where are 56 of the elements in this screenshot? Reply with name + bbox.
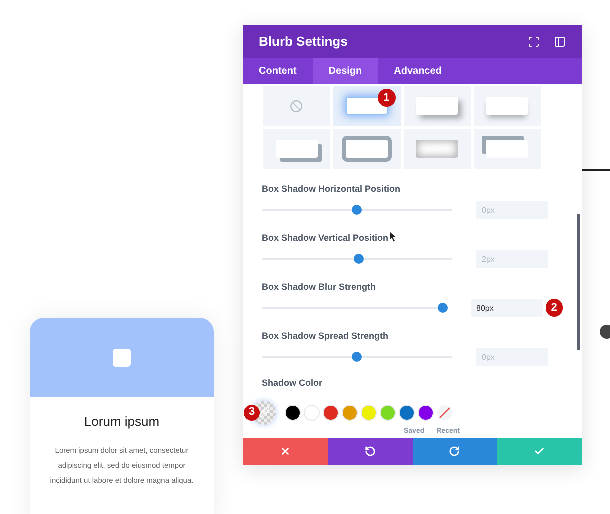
shadow-preview [416,97,458,115]
shadow-style-option[interactable] [263,129,330,169]
slider-thumb[interactable] [354,254,364,264]
shadow-style-option[interactable] [333,129,400,169]
shadow-style-option[interactable] [474,129,541,169]
slider-label: Box Shadow Spread Strength [262,330,389,342]
slider-label: Box Shadow Blur Strength [262,281,376,293]
color-swatch[interactable] [418,404,434,420]
focus-icon[interactable] [528,36,540,48]
shadow-style-option[interactable]: 1 [333,86,400,126]
value-field[interactable]: 80px [470,299,543,317]
shadow-preview [486,140,528,158]
slider[interactable] [262,352,452,362]
slider-thumb[interactable] [352,352,362,362]
connector-line [582,169,610,171]
card-title: Lorum ipsum [83,413,161,431]
shadow-preview [416,140,458,158]
shadow-preview [486,97,528,115]
slider-thumb[interactable] [438,303,448,313]
sidebar-icon[interactable] [554,36,566,48]
shadow-style-option[interactable] [404,86,471,126]
tab[interactable]: Design [312,58,378,84]
no-color-swatch[interactable] [437,404,453,420]
slider[interactable] [262,254,452,264]
number-badge: 2 [546,299,563,317]
tab[interactable]: Advanced [378,58,458,84]
value-field[interactable]: 2px [476,250,548,268]
value-field[interactable]: 0px [476,348,548,366]
color-swatch[interactable] [399,404,415,420]
number-badge: 1 [378,89,396,107]
close-icon [280,446,291,457]
color-swatch[interactable] [304,404,320,420]
none-icon [290,100,304,112]
value-field[interactable]: 0px [476,201,548,219]
color-swatch[interactable] [361,404,377,420]
slider-thumb[interactable] [352,205,362,215]
slider[interactable] [262,205,452,215]
color-swatch[interactable] [285,404,301,420]
undo-icon [364,446,376,457]
tab[interactable]: Content [243,58,313,84]
cursor-icon [390,232,397,242]
slider-label: Box Shadow Vertical Position [262,232,389,244]
shadow-preview [346,140,388,158]
slider-label: Box Shadow Horizontal Position [262,183,401,195]
color-swatch[interactable] [323,404,339,420]
slider[interactable] [262,303,447,313]
number-badge: 3 [244,404,260,420]
panel-title: Blurb Settings [259,32,349,51]
eyedropper-icon [258,407,270,418]
check-icon [534,446,546,457]
section-label: Shadow Color [262,377,324,390]
shadow-preview [276,140,318,158]
square-icon [113,348,131,366]
color-swatch[interactable] [380,404,396,420]
redo-icon [449,446,460,457]
color-swatch[interactable] [342,404,358,420]
